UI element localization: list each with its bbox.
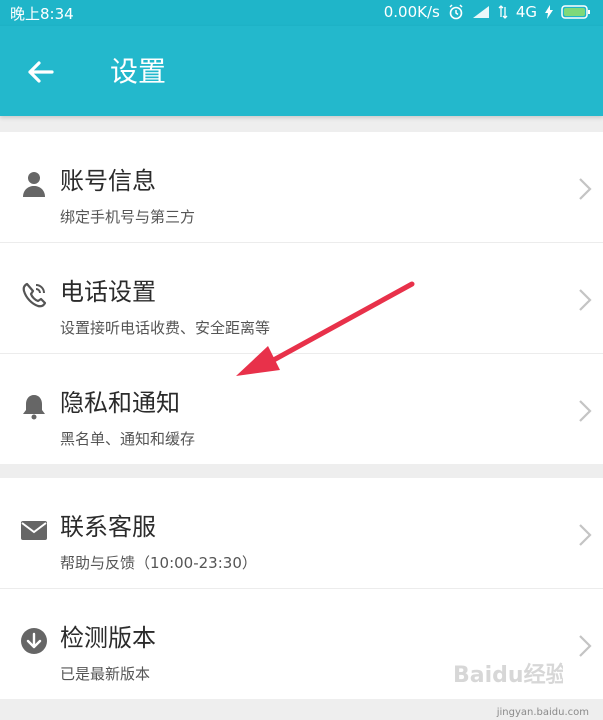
item-title: 电话设置	[60, 278, 156, 306]
download-circle-icon	[21, 628, 47, 654]
item-subtitle: 帮助与反馈（10:00-23:30）	[60, 554, 257, 572]
item-subtitle: 已是最新版本	[60, 665, 151, 683]
data-transfer-icon	[498, 5, 508, 19]
signal-icon	[472, 5, 490, 19]
settings-item-account[interactable]: 账号信息 绑定手机号与第三方	[0, 132, 603, 243]
item-title: 检测版本	[60, 624, 156, 652]
network-speed: 0.00K/s	[383, 3, 440, 21]
back-button[interactable]	[22, 54, 58, 90]
settings-item-phone[interactable]: 电话设置 设置接听电话收费、安全距离等	[0, 243, 603, 354]
item-title: 隐私和通知	[60, 389, 180, 417]
chevron-right-icon	[579, 635, 592, 657]
item-title: 账号信息	[60, 167, 156, 195]
phone-icon	[22, 282, 47, 308]
battery-icon	[561, 5, 591, 19]
watermark-url: jingyan.baidu.com	[496, 707, 589, 718]
arrow-left-icon	[28, 61, 54, 83]
bell-icon	[23, 395, 45, 420]
item-subtitle: 黑名单、通知和缓存	[60, 430, 196, 448]
item-subtitle: 绑定手机号与第三方	[60, 208, 196, 226]
status-right: 0.00K/s 4G	[384, 3, 591, 21]
item-subtitle: 设置接听电话收费、安全距离等	[60, 319, 271, 337]
chevron-right-icon	[579, 524, 592, 546]
baidu-jingyan-watermark-icon: Baidu经验	[453, 662, 563, 688]
chevron-right-icon	[579, 400, 592, 422]
settings-group-1: 账号信息 绑定手机号与第三方 电话设置 设置接听电话收费、安全距离等 隐私和通知…	[0, 132, 603, 464]
charging-icon	[545, 5, 553, 19]
settings-item-privacy[interactable]: 隐私和通知 黑名单、通知和缓存	[0, 354, 603, 464]
app-bar: 设置	[0, 26, 603, 116]
network-type: 4G	[515, 3, 537, 21]
settings-item-support[interactable]: 联系客服 帮助与反馈（10:00-23:30）	[0, 478, 603, 589]
person-icon	[23, 172, 45, 197]
chevron-right-icon	[579, 178, 592, 200]
status-time: 晚上8:34	[10, 5, 74, 23]
watermark-brand: Baidu经验	[453, 662, 563, 688]
alarm-icon	[448, 4, 464, 20]
page-title: 设置	[110, 55, 167, 88]
mail-icon	[21, 521, 47, 540]
chevron-right-icon	[579, 289, 592, 311]
status-bar: 晚上8:34 0.00K/s 4G	[0, 0, 603, 26]
item-title: 联系客服	[60, 513, 156, 541]
